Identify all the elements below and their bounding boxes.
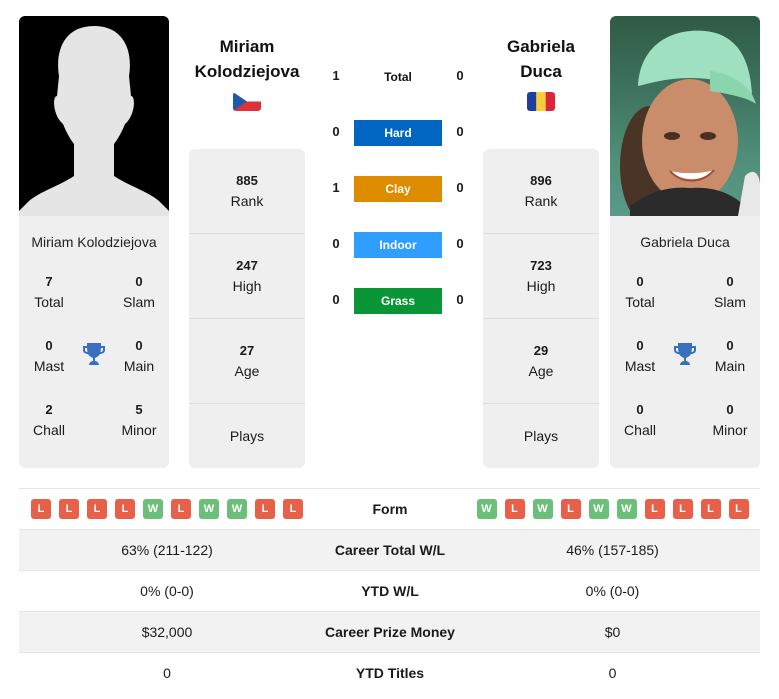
titles-total: 0 Total [625,274,655,310]
player-card-right: Gabriela Duca 0 Total 0 Slam 0 Mast 0 Main 0… [610,16,760,468]
stats-card-left: 885 Rank 247 High 27 Age Plays [189,149,305,468]
stat-plays: Plays [523,428,559,444]
surface-hard-badge[interactable]: Hard [354,120,442,146]
titles-minor: 0 Minor [712,402,748,438]
titles-mast: 0 Mast [33,338,65,374]
form-win-badge[interactable]: W [227,499,247,519]
right-value: 0 [608,665,617,681]
titles-grid-right: 0 Total 0 Slam 0 Mast 0 Main 0 Chall 0 Minor [610,272,760,462]
left-value: 0% (0-0) [140,583,194,599]
player-card-left: Miriam Kolodziejova 7 Total 0 Slam 0 Mast 0… [19,16,169,468]
titles-main: 0 Main [123,338,155,374]
player-heading-left[interactable]: Miriam Kolodziejova [182,34,312,84]
table-row: 63% (211-122) Career Total W/L 46% (157-… [19,529,760,570]
form-loss-badge[interactable]: L [672,499,693,519]
table-row: $32,000 Career Prize Money $0 [19,611,760,652]
player-name-left[interactable]: Miriam Kolodziejova [19,234,169,250]
stat-high: 247 High [189,234,305,319]
titles-slam: 0 Slam [123,274,155,310]
titles-total: 7 Total [34,274,64,310]
right-value: 0% (0-0) [585,583,640,599]
row-label: Career Total W/L [334,542,446,558]
form-loss-badge[interactable]: L [115,499,135,519]
form-loss-badge[interactable]: L [644,499,665,519]
form-loss-badge[interactable]: L [560,499,581,519]
titles-minor: 5 Minor [121,402,157,438]
row-label: YTD Titles [355,665,425,681]
player-portrait-image [620,30,760,216]
titles-mast: 0 Mast [624,338,656,374]
trophy-icon [674,343,696,365]
comparison-table: LLLLWLWWLL Form WLWLWWLLLL 63% (211-122)… [19,488,760,693]
left-value: 63% (211-122) [121,542,213,558]
form-win-badge[interactable]: W [143,499,163,519]
trophy-icon [83,343,105,365]
form-loss-badge[interactable]: L [728,499,749,519]
form-loss-badge[interactable]: L [283,499,303,519]
surface-total-label: Total [384,70,412,84]
h2h-row-clay: 1 Clay 0 [320,176,480,202]
form-win-badge[interactable]: W [199,499,219,519]
player-photo-left[interactable] [19,16,169,216]
form-loss-badge[interactable]: L [255,499,275,519]
titles-grid-left: 7 Total 0 Slam 0 Mast 0 Main 2 Chall 5 Minor [19,272,169,462]
h2h-row-indoor: 0 Indoor 0 [320,232,480,258]
form-list-right: WLWLWWLLLL [465,499,760,519]
right-value: 46% (157-185) [566,542,659,558]
titles-main: 0 Main [714,338,746,374]
table-row: 0 YTD Titles 0 [19,652,760,693]
row-label: YTD W/L [361,583,419,599]
czech-flag-icon [233,92,261,111]
left-value: 0 [163,665,171,681]
form-loss-badge[interactable]: L [87,499,107,519]
form-loss-badge[interactable]: L [504,499,525,519]
form-win-badge[interactable]: W [588,499,609,519]
form-loss-badge[interactable]: L [171,499,191,519]
titles-chall: 2 Chall [33,402,65,438]
stat-age: 29 Age [483,319,599,404]
form-row: LLLLWLWWLL Form WLWLWWLLLL [19,488,760,529]
player-heading-right[interactable]: Gabriela Duca [476,34,606,84]
left-value: $32,000 [141,624,193,640]
titles-chall: 0 Chall [624,402,656,438]
surface-clay-badge[interactable]: Clay [354,176,442,202]
stats-card-right: 896 Rank 723 High 29 Age Plays [483,149,599,468]
table-row: 0% (0-0) YTD W/L 0% (0-0) [19,570,760,611]
form-loss-badge[interactable]: L [700,499,721,519]
stat-rank: 885 Rank [189,149,305,234]
romania-flag-icon [527,92,555,111]
form-loss-badge[interactable]: L [31,499,51,519]
form-win-badge[interactable]: W [532,499,553,519]
player-name-right[interactable]: Gabriela Duca [610,234,760,250]
h2h-row-hard: 0 Hard 0 [320,120,480,146]
row-label: Form [372,501,408,517]
stat-high: 723 High [483,234,599,319]
form-loss-badge[interactable]: L [59,499,79,519]
form-win-badge[interactable]: W [616,499,637,519]
h2h-row-grass: 0 Grass 0 [320,288,480,314]
stat-age: 27 Age [189,319,305,404]
form-win-badge[interactable]: W [476,499,497,519]
surface-grass-badge[interactable]: Grass [354,288,442,314]
stat-plays: Plays [229,428,265,444]
player-photo-right[interactable] [610,16,760,216]
form-list-left: LLLLWLWWLL [19,499,315,519]
stat-rank: 896 Rank [483,149,599,234]
row-label: Career Prize Money [325,624,455,640]
right-value: $0 [604,624,621,640]
h2h-row-total: 1 Total 0 [320,64,480,90]
silhouette-icon [19,26,169,216]
titles-slam: 0 Slam [714,274,746,310]
surface-indoor-badge[interactable]: Indoor [354,232,442,258]
